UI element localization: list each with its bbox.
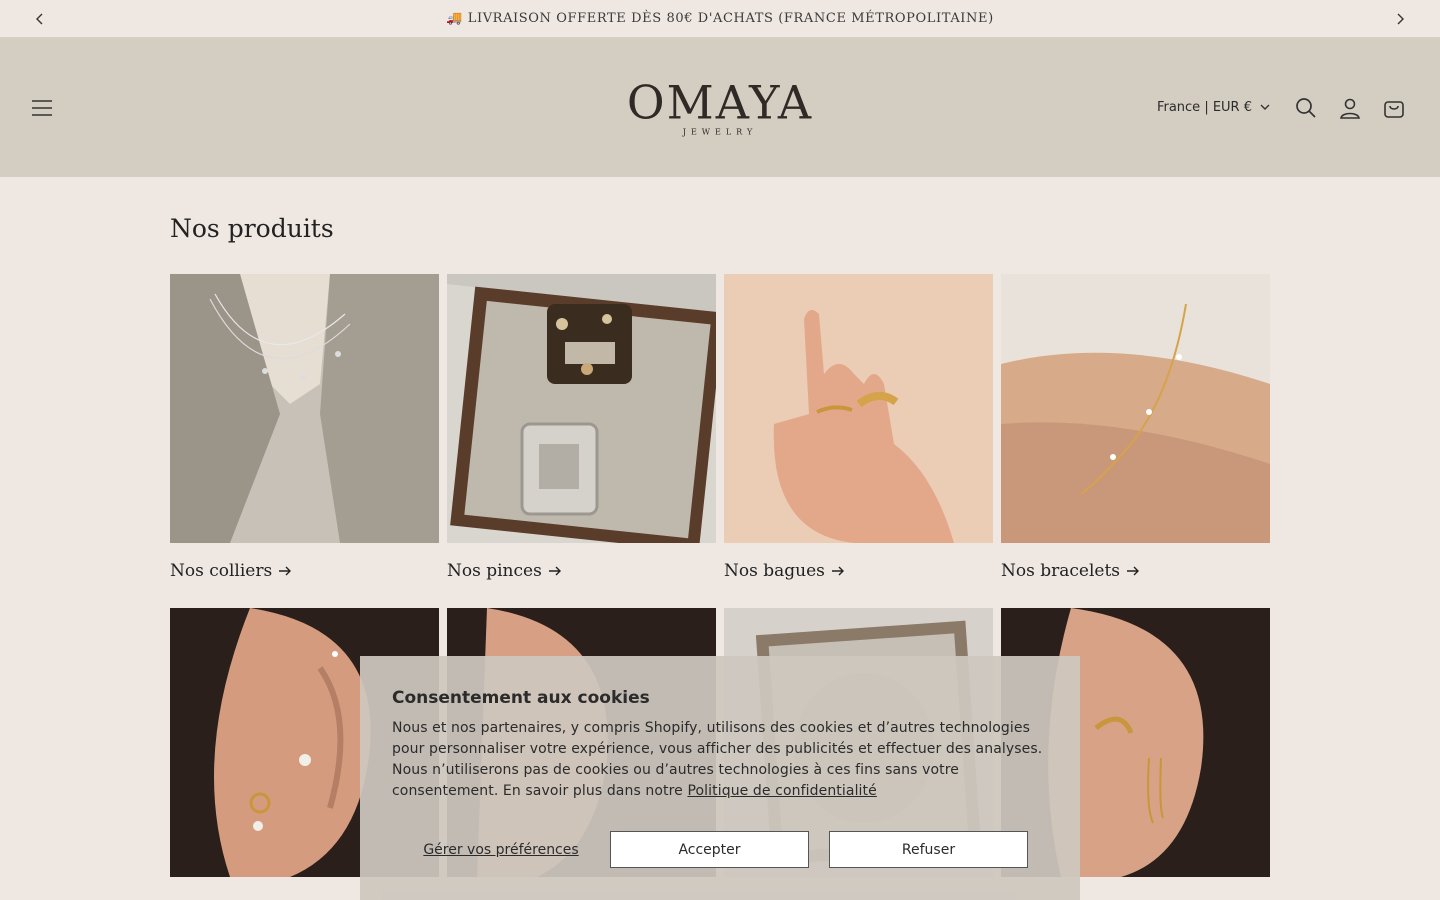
product-card-pinces[interactable]: Nos pinces bbox=[447, 274, 716, 582]
manage-preferences-link[interactable]: Gérer vos préférences bbox=[392, 842, 610, 858]
locale-label: France | EUR € bbox=[1156, 100, 1252, 115]
product-image-bagues bbox=[724, 274, 993, 543]
product-label-pinces: Nos pinces bbox=[447, 561, 542, 581]
search-icon bbox=[1296, 97, 1316, 118]
search-button[interactable] bbox=[1288, 90, 1324, 126]
cart-icon bbox=[1384, 100, 1404, 118]
product-image-pinces bbox=[447, 274, 716, 543]
logo[interactable]: OMAYA JEWELRY bbox=[627, 79, 813, 136]
logo-wordmark: OMAYA bbox=[626, 75, 814, 129]
accept-button[interactable]: Accepter bbox=[610, 831, 809, 868]
arrow-right-icon bbox=[831, 566, 844, 576]
product-card-colliers[interactable]: Nos colliers bbox=[170, 274, 439, 582]
cart-button[interactable] bbox=[1376, 90, 1412, 126]
product-image-colliers bbox=[170, 274, 439, 543]
cookie-title: Consentement aux cookies bbox=[392, 688, 650, 708]
arrow-right-icon bbox=[548, 566, 561, 576]
chevron-right-icon bbox=[1397, 13, 1404, 25]
chevron-down-icon bbox=[1260, 104, 1270, 110]
cookie-consent-dialog: Consentement aux cookies Nous et nos par… bbox=[360, 656, 1080, 900]
product-image-bracelets bbox=[1001, 274, 1270, 543]
announcement-text: 🚚 LIVRAISON OFFERTE DÈS 80€ D'ACHATS (FR… bbox=[446, 11, 994, 26]
locale-selector[interactable]: France | EUR € bbox=[1147, 100, 1280, 115]
announcement-next-button[interactable] bbox=[1380, 0, 1420, 38]
account-button[interactable] bbox=[1332, 90, 1368, 126]
announcement-prev-button[interactable] bbox=[20, 0, 60, 38]
product-label-colliers: Nos colliers bbox=[170, 561, 273, 581]
announcement-bar: 🚚 LIVRAISON OFFERTE DÈS 80€ D'ACHATS (FR… bbox=[0, 0, 1440, 38]
site-header: OMAYA JEWELRY France | EUR € bbox=[0, 38, 1440, 177]
arrow-right-icon bbox=[1127, 566, 1140, 576]
menu-button[interactable] bbox=[24, 90, 60, 126]
chevron-left-icon bbox=[36, 13, 43, 25]
product-card-bracelets[interactable]: Nos bracelets bbox=[1001, 274, 1270, 582]
cookie-body: Nous et nos partenaires, y compris Shopi… bbox=[392, 718, 1048, 802]
user-icon bbox=[1340, 98, 1360, 119]
product-label-bagues: Nos bagues bbox=[724, 561, 825, 581]
section-title: Nos produits bbox=[170, 214, 334, 243]
privacy-policy-link[interactable]: Politique de confidentialité bbox=[687, 783, 876, 799]
hamburger-icon bbox=[32, 99, 52, 116]
refuse-button[interactable]: Refuser bbox=[829, 831, 1028, 868]
product-card-bagues[interactable]: Nos bagues bbox=[724, 274, 993, 582]
arrow-right-icon bbox=[279, 566, 292, 576]
product-label-bracelets: Nos bracelets bbox=[1001, 561, 1121, 581]
